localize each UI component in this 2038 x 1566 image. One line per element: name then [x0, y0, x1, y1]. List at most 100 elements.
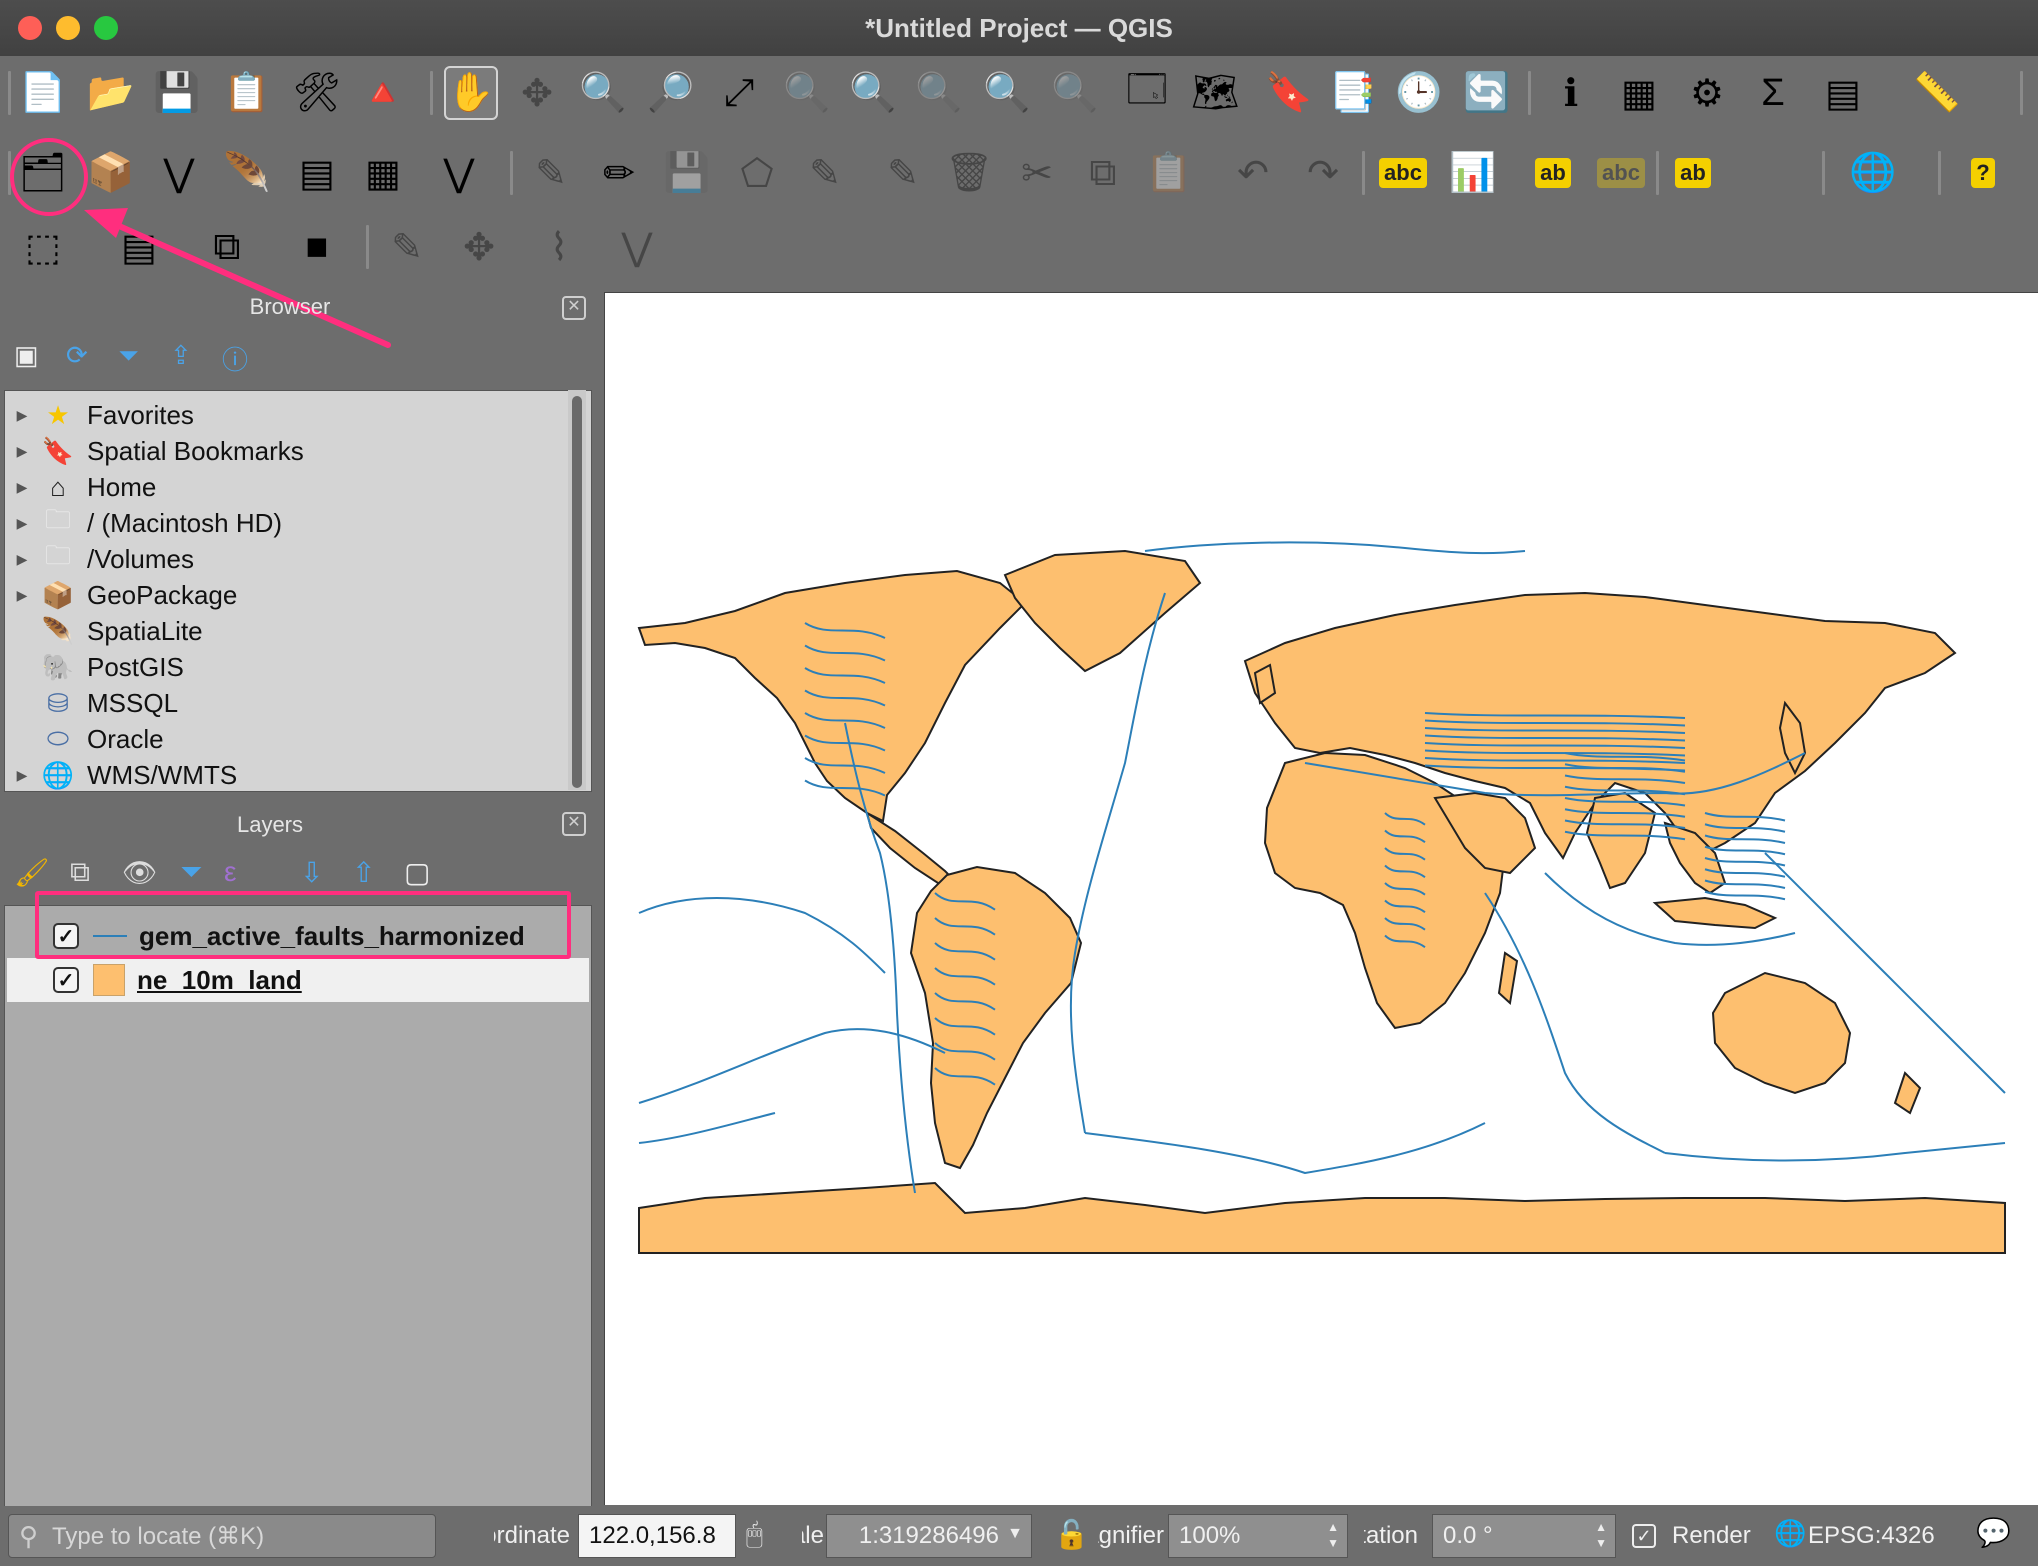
help-icon[interactable]: ?: [1956, 146, 2010, 200]
metasearch-icon[interactable]: 🌐: [1846, 146, 1900, 200]
redo-icon[interactable]: ↷: [1296, 146, 1350, 200]
browser-item-spatial-bookmarks[interactable]: ▶ 🔖 Spatial Bookmarks: [5, 433, 565, 469]
statistical-summary-icon[interactable]: Σ: [1746, 66, 1800, 120]
new-temporary-layer-icon[interactable]: ⋁: [432, 146, 486, 200]
zoom-to-layer-icon[interactable]: 🔍: [846, 66, 900, 120]
new-shapefile-layer-icon[interactable]: ⋁: [152, 146, 206, 200]
new-geopackage-layer-icon[interactable]: 📦: [84, 146, 138, 200]
identify-features-icon[interactable]: ℹ: [1544, 66, 1598, 120]
browser-item-spatialite[interactable]: 🪶 SpatiaLite: [5, 613, 565, 649]
zoom-full-icon[interactable]: ⤢: [712, 66, 766, 120]
expand-arrow-icon[interactable]: ▶: [5, 443, 39, 460]
pan-map-icon[interactable]: ✋: [444, 66, 498, 120]
render-checkbox[interactable]: ✓: [1632, 1524, 1656, 1548]
paste-features-icon[interactable]: 📋: [1142, 146, 1196, 200]
browser-item-home[interactable]: ▶ ⌂ Home: [5, 469, 565, 505]
messages-icon[interactable]: 💬: [1976, 1516, 2011, 1549]
add-selected-layers-icon[interactable]: ▣: [14, 340, 39, 371]
save-project-icon[interactable]: 💾: [150, 66, 204, 120]
zoom-in-icon[interactable]: 🔍: [576, 66, 630, 120]
expand-arrow-icon[interactable]: ▶: [5, 551, 39, 568]
browser-scrollbar-thumb[interactable]: [572, 396, 582, 788]
filter-legend-icon[interactable]: ⏷: [180, 856, 202, 889]
toggle-editing-icon[interactable]: ✏: [592, 146, 646, 200]
filter-legend-by-expression-icon[interactable]: ε: [224, 856, 236, 888]
new-map-view-icon[interactable]: 🗔: [1120, 66, 1174, 120]
attributes-toolbar-icon[interactable]: ▦: [1612, 66, 1666, 120]
zoom-next-icon[interactable]: 🔍: [1048, 66, 1102, 120]
select-by-location-icon[interactable]: ■: [290, 220, 344, 274]
refresh-icon[interactable]: 🔄: [1460, 66, 1514, 120]
new-mesh-layer-icon[interactable]: ▦: [356, 146, 410, 200]
copy-features-icon[interactable]: ⧉: [1076, 146, 1130, 200]
processing-toolbox-icon[interactable]: ⚙: [1680, 66, 1734, 120]
select-by-value-icon[interactable]: ▤: [112, 220, 166, 274]
layers-close-icon[interactable]: ✕: [562, 812, 586, 836]
lock-scale-icon[interactable]: 🔓: [1054, 1518, 1089, 1551]
move-label-icon[interactable]: ab: [1666, 146, 1720, 200]
new-spatial-bookmark-icon[interactable]: 🔖: [1262, 66, 1316, 120]
collapse-all-icon[interactable]: ⇪: [170, 340, 192, 371]
expand-arrow-icon[interactable]: ▶: [5, 515, 39, 532]
scale-field[interactable]: 1:319286496 ▼: [826, 1514, 1032, 1558]
browser-item-oracle[interactable]: ⬭ Oracle: [5, 721, 565, 757]
add-polygon-icon[interactable]: ⬠: [730, 146, 784, 200]
browser-refresh-icon[interactable]: ⟳: [66, 340, 88, 371]
coordinate-field[interactable]: 122.0,156.8: [578, 1514, 736, 1558]
measure-line-icon[interactable]: 📏: [1910, 66, 1964, 120]
browser-item-postgis[interactable]: 🐘 PostGIS: [5, 649, 565, 685]
browser-info-icon[interactable]: ⓘ: [222, 340, 248, 377]
label-toolbar-icon[interactable]: 🔺: [356, 66, 410, 120]
new-spatialite-layer-icon[interactable]: 🪶: [220, 146, 274, 200]
zoom-out-icon[interactable]: 🔎: [644, 66, 698, 120]
open-project-icon[interactable]: 📂: [84, 66, 138, 120]
toggle-extents-icon[interactable]: 🖱: [746, 1518, 763, 1551]
vertex-tool-icon[interactable]: ✎: [798, 146, 852, 200]
magnifier-field[interactable]: 100% ▲ ▼: [1168, 1514, 1348, 1558]
collapse-all-layers-icon[interactable]: ⇧: [352, 856, 375, 889]
browser-item-volumes[interactable]: ▶ 🗀 /Volumes: [5, 540, 565, 577]
layer-diagram-icon[interactable]: 📊: [1446, 146, 1500, 200]
expand-arrow-icon[interactable]: ▶: [5, 407, 39, 424]
open-layer-styling-icon[interactable]: 🖌: [14, 856, 50, 889]
rotation-field[interactable]: 0.0 ° ▲ ▼: [1432, 1514, 1616, 1558]
shape-digitize-icon[interactable]: ⌇: [532, 220, 586, 274]
pin-labels-icon[interactable]: ab: [1526, 146, 1580, 200]
style-manager-icon[interactable]: 🛠: [290, 66, 344, 120]
expand-all-icon[interactable]: ⇩: [300, 856, 323, 889]
save-layer-edits-icon[interactable]: 💾: [660, 146, 714, 200]
new-3d-map-view-icon[interactable]: 🗺: [1188, 66, 1242, 120]
expand-arrow-icon[interactable]: ▶: [5, 767, 39, 784]
globe-icon[interactable]: 🌐: [1774, 1518, 1806, 1549]
spinner-icon[interactable]: ▲ ▼: [1327, 1519, 1339, 1551]
browser-item-geopackage[interactable]: ▶ 📦 GeoPackage: [5, 577, 565, 613]
browser-item-macintosh-hd[interactable]: ▶ 🗀 / (Macintosh HD): [5, 504, 565, 541]
current-edits-icon[interactable]: ✎: [524, 146, 578, 200]
reshape-icon[interactable]: ⋁: [610, 220, 664, 274]
layer-labeling-icon[interactable]: abc: [1376, 146, 1430, 200]
manage-map-themes-icon[interactable]: 👁: [122, 856, 158, 889]
advanced-digitize-icon[interactable]: ✥: [452, 220, 506, 274]
expand-arrow-icon[interactable]: ▶: [5, 479, 39, 496]
layer-visibility-checkbox[interactable]: ✓: [53, 967, 79, 993]
browser-close-icon[interactable]: ✕: [562, 296, 586, 320]
browser-filter-icon[interactable]: ⏷: [118, 340, 139, 372]
pan-to-selection-icon[interactable]: ✥: [510, 66, 564, 120]
highlight-labels-icon[interactable]: abc: [1594, 146, 1648, 200]
expand-arrow-icon[interactable]: ▶: [5, 587, 39, 604]
undo-icon[interactable]: ↶: [1226, 146, 1280, 200]
map-canvas[interactable]: [604, 292, 2038, 1505]
new-print-layout-icon[interactable]: 📋: [220, 66, 274, 120]
remove-layer-icon[interactable]: ▢: [404, 856, 430, 889]
layer-row-ne-10m-land[interactable]: ✓ ne_10m_land: [7, 958, 589, 1002]
zoom-last-icon[interactable]: 🔍: [980, 66, 1034, 120]
modify-attributes-icon[interactable]: ✎: [876, 146, 930, 200]
digitize-icon[interactable]: ✎: [380, 220, 434, 274]
new-virtual-layer-icon[interactable]: ▤: [290, 146, 344, 200]
cut-features-icon[interactable]: ✂: [1010, 146, 1064, 200]
browser-item-wms-wmts[interactable]: ▶ 🌐 WMS/WMTS: [5, 757, 565, 793]
show-bookmarks-icon[interactable]: 📑: [1326, 66, 1380, 120]
zoom-to-selection-icon[interactable]: 🔍: [780, 66, 834, 120]
spinner-icon[interactable]: ▲ ▼: [1595, 1519, 1607, 1551]
delete-selected-icon[interactable]: 🗑: [942, 146, 996, 200]
